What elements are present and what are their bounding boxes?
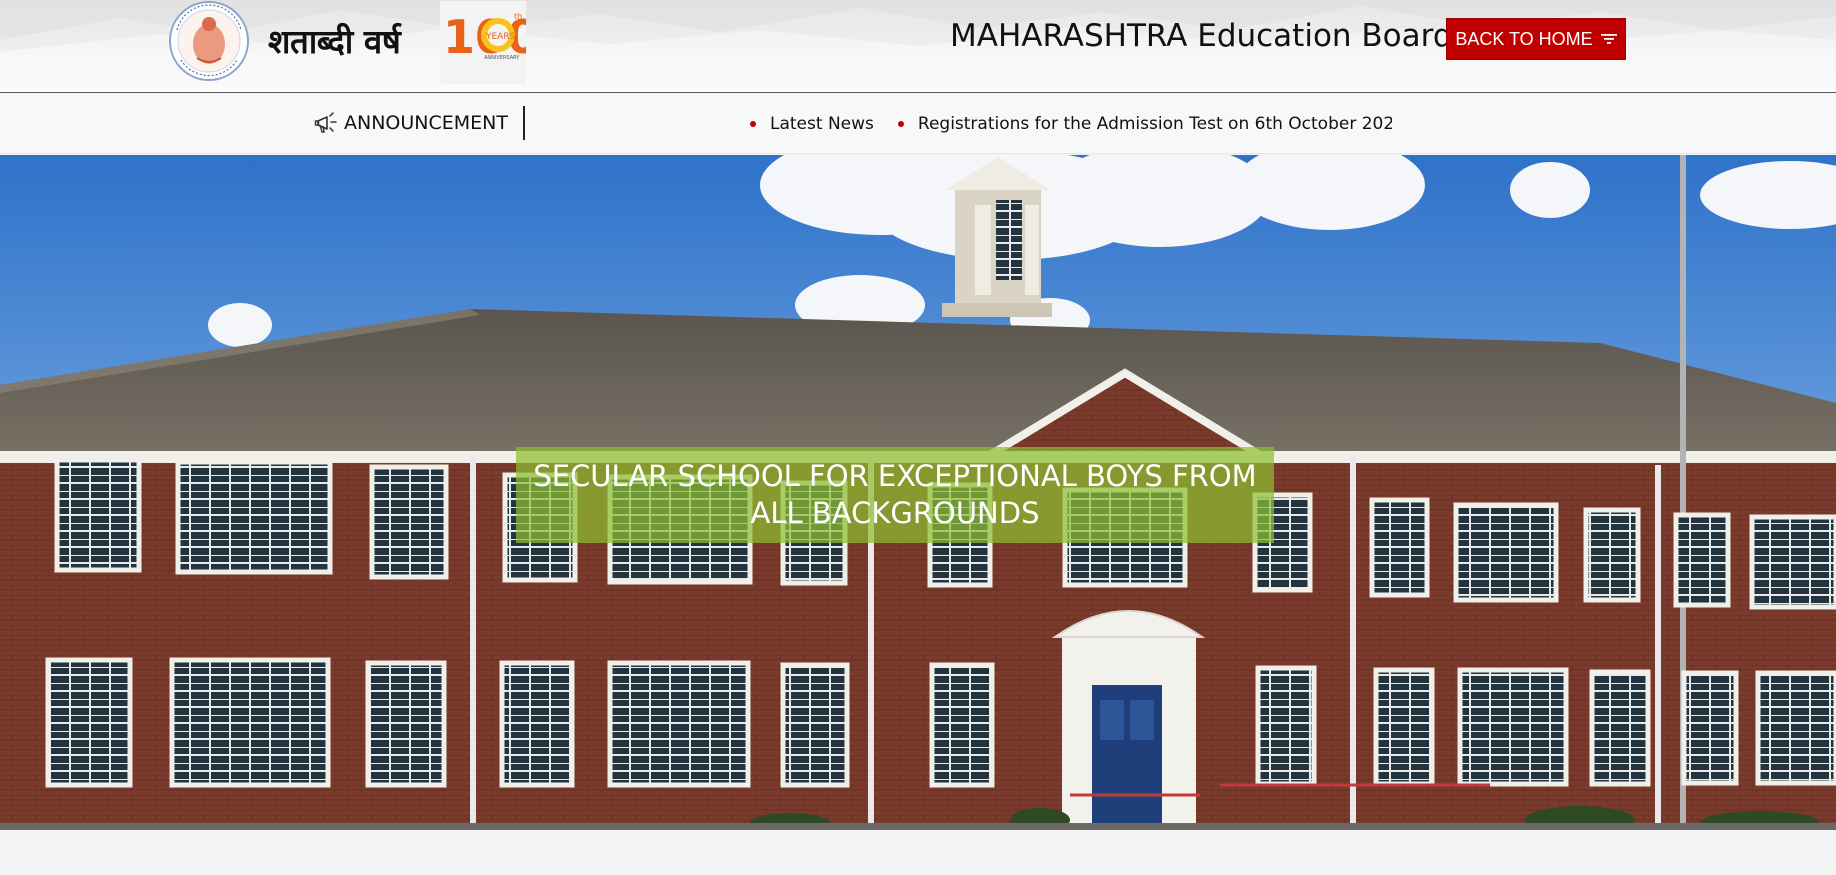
announcement-divider (523, 106, 525, 140)
announcement-bar: ANNOUNCEMENT Latest News Registrations f… (0, 94, 1836, 154)
hindi-title: शताब्दी वर्ष (268, 22, 401, 61)
hero-caption: SECULAR SCHOOL FOR EXCEPTIONAL BOYS FROM… (516, 447, 1274, 543)
news-ticker[interactable]: Latest News Registrations for the Admiss… (740, 108, 1392, 140)
svg-text:th: th (514, 12, 522, 21)
filter-menu-icon (1600, 34, 1617, 44)
svg-text:YEARS: YEARS (485, 32, 516, 42)
page-bottom-strip (0, 830, 1836, 875)
hero-banner: SECULAR SCHOOL FOR EXCEPTIONAL BOYS FROM… (0, 155, 1836, 830)
bullet-icon (897, 121, 904, 127)
ticker-item[interactable]: Registrations for the Admission Test on … (888, 114, 1392, 134)
board-title: MAHARASHTRA Education Board (950, 18, 1453, 54)
announcement-label: ANNOUNCEMENT (344, 112, 508, 134)
back-to-home-button[interactable]: BACK TO HOME (1446, 18, 1626, 60)
centenary-logo: 100 YEARS th ANNIVERSARY (440, 1, 539, 84)
ticker-item[interactable]: Latest News (740, 114, 874, 134)
back-to-home-label: BACK TO HOME (1455, 28, 1593, 49)
bullet-icon (750, 121, 756, 127)
megaphone-icon (314, 112, 337, 133)
ticker-item-text[interactable]: Latest News (770, 114, 874, 134)
svg-text:ANNIVERSARY: ANNIVERSARY (484, 55, 520, 61)
board-seal-logo[interactable] (167, 0, 251, 82)
site-header: शताब्दी वर्ष 100 YEARS th ANNIVERSARY MA… (0, 0, 1836, 93)
ticker-item-text[interactable]: Registrations for the Admission Test on … (918, 114, 1392, 134)
